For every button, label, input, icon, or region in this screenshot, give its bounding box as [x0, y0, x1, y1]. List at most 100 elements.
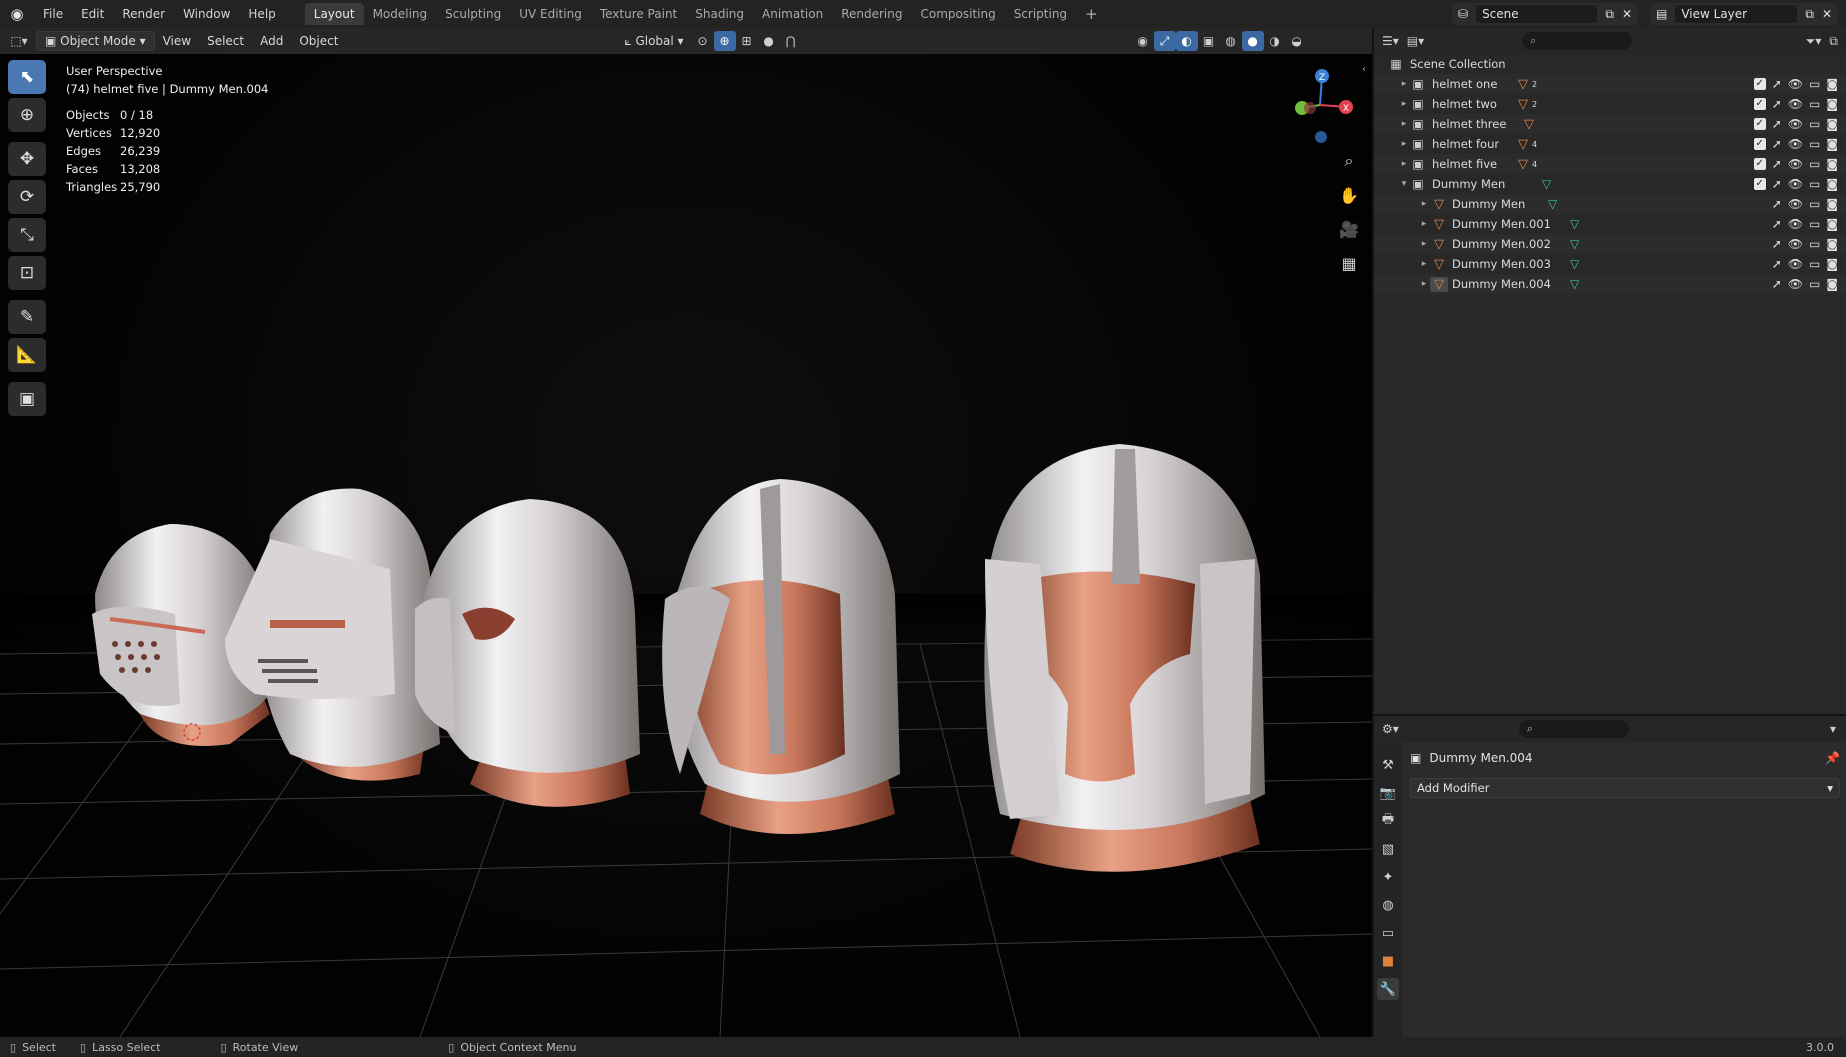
exclude-checkbox[interactable]: ✓	[1753, 138, 1766, 150]
expand-icon[interactable]: ▸	[1398, 99, 1410, 109]
render-camera-icon[interactable]: ◙	[1826, 157, 1838, 171]
view-layer-tab-icon[interactable]: ▧	[1377, 838, 1399, 860]
overlay-icon[interactable]: ◐	[1175, 31, 1198, 51]
expand-icon[interactable]: ▸	[1418, 259, 1430, 269]
monitor-icon[interactable]: ▭	[1809, 217, 1820, 231]
wireframe-shading-icon[interactable]: ◍	[1220, 31, 1242, 51]
snap-target-icon[interactable]: ⊞	[736, 31, 758, 51]
outliner-row-helmet-three[interactable]: ▸ ▣ helmet three ▽ ✓ ➚ 👁 ▭ ◙	[1374, 114, 1846, 134]
new-scene-icon[interactable]: ⧉	[1605, 7, 1614, 22]
select-arrow-icon[interactable]: ➚	[1772, 217, 1782, 231]
select-arrow-icon[interactable]: ➚	[1772, 97, 1782, 111]
exclude-checkbox[interactable]: ✓	[1753, 158, 1766, 170]
pan-hand-icon[interactable]: ✋	[1335, 182, 1363, 208]
monitor-icon[interactable]: ▭	[1809, 77, 1820, 91]
tab-rendering[interactable]: Rendering	[832, 3, 911, 25]
monitor-icon[interactable]: ▭	[1809, 197, 1820, 211]
exclude-checkbox[interactable]: ✓	[1753, 118, 1766, 130]
add-modifier-dropdown[interactable]: Add Modifier ▾	[1410, 778, 1840, 798]
move-icon[interactable]: ✥	[8, 142, 46, 176]
add-cube-icon[interactable]: ▣	[8, 382, 46, 416]
tab-shading[interactable]: Shading	[686, 3, 753, 25]
select-arrow-icon[interactable]: ➚	[1772, 77, 1782, 91]
helmet-five-model[interactable]	[984, 444, 1265, 872]
monitor-icon[interactable]: ▭	[1809, 97, 1820, 111]
outliner-search-input[interactable]: ⌕	[1522, 32, 1633, 50]
menu-file[interactable]: File	[34, 0, 72, 28]
expand-icon[interactable]: ▸	[1418, 239, 1430, 249]
eye-icon[interactable]: 👁	[1788, 117, 1803, 131]
snap-icon[interactable]: ⊕	[713, 31, 736, 51]
eye-icon[interactable]: 👁	[1788, 97, 1803, 111]
visibility-icon[interactable]: ◉	[1132, 31, 1154, 51]
exclude-checkbox[interactable]: ✓	[1753, 178, 1766, 190]
scene-tab-icon[interactable]: ✦	[1377, 866, 1399, 888]
render-camera-icon[interactable]: ◙	[1826, 97, 1838, 111]
expand-icon[interactable]: ▸	[1398, 159, 1410, 169]
eye-icon[interactable]: 👁	[1788, 217, 1803, 231]
render-camera-icon[interactable]: ◙	[1826, 277, 1838, 291]
monitor-icon[interactable]: ▭	[1809, 177, 1820, 191]
proportional-edit-icon[interactable]: ●	[758, 31, 780, 51]
expand-icon[interactable]: ▸	[1418, 219, 1430, 229]
eye-icon[interactable]: 👁	[1788, 277, 1803, 291]
delete-view-layer-icon[interactable]: ✕	[1822, 7, 1832, 21]
monitor-icon[interactable]: ▭	[1809, 157, 1820, 171]
new-view-layer-icon[interactable]: ⧉	[1805, 7, 1814, 22]
display-mode-icon[interactable]: ▤▾	[1407, 34, 1424, 48]
grid-perspective-icon[interactable]: ▦	[1335, 250, 1363, 276]
select-box-icon[interactable]: ⬉	[8, 60, 46, 94]
render-camera-icon[interactable]: ◙	[1826, 197, 1838, 211]
render-camera-icon[interactable]: ◙	[1826, 177, 1838, 191]
tab-animation[interactable]: Animation	[753, 3, 832, 25]
outliner-row-dummy-men-003[interactable]: ▸ ▽ Dummy Men.003 ▽ ➚ 👁 ▭ ◙	[1374, 254, 1846, 274]
tab-compositing[interactable]: Compositing	[911, 3, 1004, 25]
select-arrow-icon[interactable]: ➚	[1772, 177, 1782, 191]
monitor-icon[interactable]: ▭	[1809, 277, 1820, 291]
tab-scripting[interactable]: Scripting	[1005, 3, 1076, 25]
select-arrow-icon[interactable]: ➚	[1772, 237, 1782, 251]
pivot-point-icon[interactable]: ⊙	[692, 31, 714, 51]
filter-icon[interactable]: ⏷▾	[1806, 34, 1822, 49]
monitor-icon[interactable]: ▭	[1809, 117, 1820, 131]
render-camera-icon[interactable]: ◙	[1826, 217, 1838, 231]
expand-icon[interactable]: ▸	[1398, 139, 1410, 149]
chevron-down-icon[interactable]: ▾	[1830, 722, 1836, 736]
select-arrow-icon[interactable]: ➚	[1772, 117, 1782, 131]
outliner-row-helmet-one[interactable]: ▸ ▣ helmet one ▽ 2 ✓ ➚ 👁 ▭ ◙	[1374, 74, 1846, 94]
tool-tab-icon[interactable]: ⚒	[1377, 754, 1399, 776]
render-tab-icon[interactable]: 📷	[1377, 782, 1399, 804]
world-tab-icon[interactable]: ◍	[1377, 894, 1399, 916]
tab-layout[interactable]: Layout	[304, 3, 364, 25]
expand-icon[interactable]: ▸	[1418, 199, 1430, 209]
outliner-row-dummy-men-001[interactable]: ▸ ▽ Dummy Men.001 ▽ ➚ 👁 ▭ ◙	[1374, 214, 1846, 234]
gizmo-icon[interactable]: ⤢	[1153, 31, 1176, 51]
expand-icon[interactable]: ▸	[1398, 79, 1410, 89]
select-arrow-icon[interactable]: ➚	[1772, 197, 1782, 211]
scene-selector[interactable]: ⛁ Scene ⧉ ✕	[1452, 3, 1638, 25]
menu-select[interactable]: Select	[199, 31, 252, 51]
select-arrow-icon[interactable]: ➚	[1772, 257, 1782, 271]
render-camera-icon[interactable]: ◙	[1826, 137, 1838, 151]
camera-icon[interactable]: 🎥	[1335, 216, 1363, 242]
rendered-shading-icon[interactable]: ◒	[1286, 31, 1308, 51]
eye-icon[interactable]: 👁	[1788, 237, 1803, 251]
3d-viewport[interactable]: ⬉ ⊕ ✥ ⟳ ⤡ ⊡ ✎ 📐 ▣ User Perspective (74) …	[0, 54, 1372, 1037]
exclude-checkbox[interactable]: ✓	[1753, 78, 1766, 90]
helmet-four-model[interactable]	[662, 479, 900, 834]
render-camera-icon[interactable]: ◙	[1826, 77, 1838, 91]
scene-name-field[interactable]: Scene	[1476, 5, 1598, 23]
modifier-tab-icon[interactable]: 🔧	[1377, 978, 1399, 1000]
zoom-icon[interactable]: ⌕	[1335, 148, 1363, 174]
material-shading-icon[interactable]: ◑	[1264, 31, 1286, 51]
render-camera-icon[interactable]: ◙	[1826, 257, 1838, 271]
measure-icon[interactable]: 📐	[8, 338, 46, 372]
cursor-icon[interactable]: ⊕	[8, 98, 46, 132]
delete-scene-icon[interactable]: ✕	[1622, 7, 1632, 21]
menu-edit[interactable]: Edit	[72, 0, 113, 28]
eye-icon[interactable]: 👁	[1788, 257, 1803, 271]
properties-search-input[interactable]: ⌕	[1518, 720, 1629, 738]
helmet-three-model[interactable]	[415, 499, 640, 807]
navigation-gizmo[interactable]: Z X	[1280, 60, 1360, 150]
menu-add[interactable]: Add	[252, 31, 291, 51]
